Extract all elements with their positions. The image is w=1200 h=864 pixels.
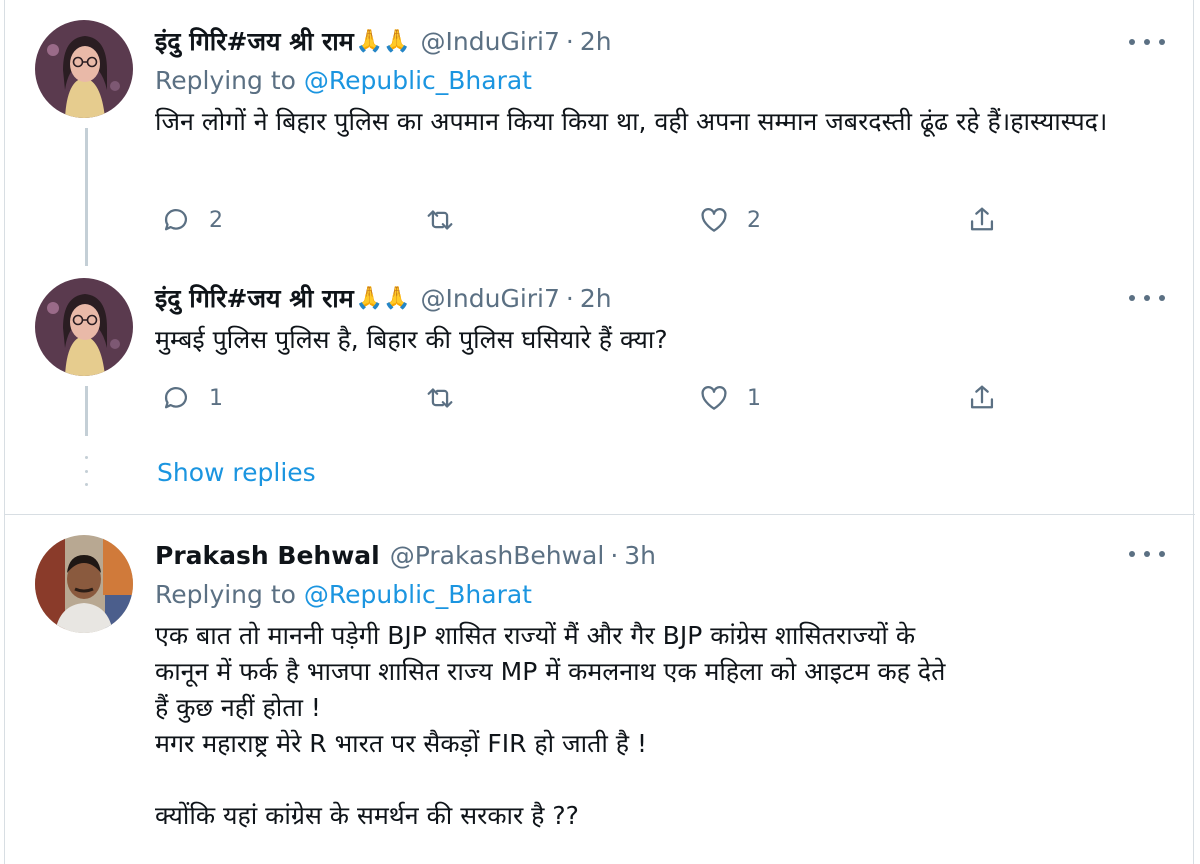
- replying-to: Replying to @Republic_Bharat: [155, 66, 532, 95]
- tweet-header: Prakash Behwal @PrakashBehwal · 3h: [155, 535, 656, 575]
- share-button[interactable]: [965, 378, 999, 418]
- display-name[interactable]: Prakash Behwal: [155, 541, 380, 570]
- replying-to-label: Replying to: [155, 580, 296, 609]
- timestamp[interactable]: 2h: [580, 27, 612, 56]
- retweet-button[interactable]: [423, 200, 473, 240]
- timeline: इंदु गिरि#जय श्री राम 🙏🙏 @InduGiri7 · 2h…: [4, 0, 1195, 864]
- tweet-actions: 1 1: [155, 378, 1035, 418]
- separator-dot: ·: [565, 26, 574, 56]
- thread-ellipsis: [85, 456, 89, 486]
- share-icon: [970, 207, 994, 231]
- reply-button[interactable]: 2: [159, 200, 223, 240]
- tweet-actions: 2 2: [155, 200, 1035, 240]
- user-handle[interactable]: @InduGiri7: [421, 27, 560, 56]
- folded-hands-emoji: 🙏🙏: [355, 285, 411, 311]
- replying-to-label: Replying to: [155, 66, 296, 95]
- divider: [5, 514, 1195, 515]
- separator-dot: ·: [610, 540, 619, 570]
- mention-link[interactable]: @Republic_Bharat: [304, 580, 532, 609]
- thread-line: [85, 128, 88, 266]
- timestamp[interactable]: 3h: [624, 541, 656, 570]
- reply-icon: [164, 209, 188, 231]
- more-icon[interactable]: [1129, 286, 1165, 310]
- mention-link[interactable]: @Republic_Bharat: [304, 66, 532, 95]
- share-button[interactable]: [965, 200, 999, 240]
- heart-icon: [701, 208, 727, 232]
- display-name[interactable]: इंदु गिरि#जय श्री राम: [155, 281, 354, 315]
- more-icon[interactable]: [1129, 30, 1165, 54]
- separator-dot: ·: [565, 283, 574, 313]
- tweet-text: एक बात तो माननी पड़ेगी BJP शासित राज्यों…: [155, 621, 946, 830]
- avatar[interactable]: [35, 20, 133, 118]
- reply-button[interactable]: 1: [159, 378, 223, 418]
- show-replies-link[interactable]: Show replies: [157, 458, 316, 487]
- reply-count: 1: [209, 385, 223, 411]
- tweet-header: इंदु गिरि#जय श्री राम 🙏🙏 @InduGiri7 · 2h: [155, 278, 612, 318]
- avatar[interactable]: [35, 535, 133, 633]
- display-name[interactable]: इंदु गिरि#जय श्री राम: [155, 24, 354, 58]
- reply-icon: [164, 387, 188, 409]
- like-button[interactable]: 1: [697, 378, 761, 418]
- timestamp[interactable]: 2h: [580, 284, 612, 313]
- retweet-button[interactable]: [423, 378, 473, 418]
- heart-icon: [701, 386, 727, 410]
- like-count: 1: [747, 385, 761, 411]
- retweet-icon: [427, 210, 453, 230]
- avatar[interactable]: [35, 278, 133, 376]
- share-icon: [970, 385, 994, 409]
- like-button[interactable]: 2: [697, 200, 761, 240]
- thread-line: [85, 386, 88, 436]
- user-handle[interactable]: @InduGiri7: [421, 284, 560, 313]
- tweet-header: इंदु गिरि#जय श्री राम 🙏🙏 @InduGiri7 · 2h: [155, 21, 612, 61]
- user-handle[interactable]: @PrakashBehwal: [390, 541, 605, 570]
- like-count: 2: [747, 207, 761, 233]
- reply-count: 2: [209, 207, 223, 233]
- folded-hands-emoji: 🙏🙏: [355, 28, 411, 54]
- more-icon[interactable]: [1129, 542, 1165, 566]
- replying-to: Replying to @Republic_Bharat: [155, 580, 532, 609]
- retweet-icon: [427, 388, 453, 408]
- tweet-text: मुम्बई पुलिस पुलिस है, बिहार की पुलिस घस…: [155, 325, 668, 354]
- tweet-text: जिन लोगों ने बिहार पुलिस का अपमान किया क…: [155, 107, 1108, 136]
